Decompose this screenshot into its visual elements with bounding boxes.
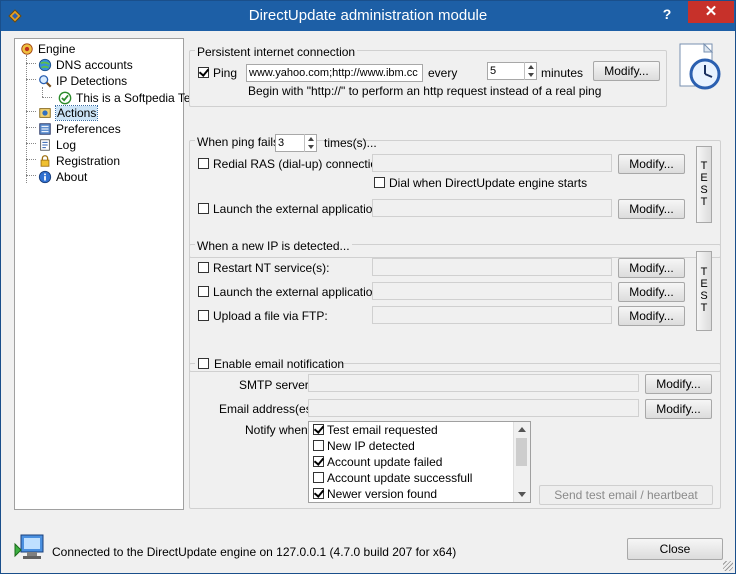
redial-ras-input[interactable] bbox=[372, 154, 612, 172]
main-content: Engine DNS accounts IP Detections This i… bbox=[1, 31, 735, 573]
ping-modify-button[interactable]: Modify... bbox=[593, 61, 660, 81]
ping-fails-times-label: times(s)... bbox=[324, 136, 377, 150]
engine-icon bbox=[21, 43, 33, 55]
ping-hosts-input[interactable]: www.yahoo.com;http://www.ibm.cc bbox=[246, 64, 423, 82]
lock-icon bbox=[40, 154, 50, 167]
ping-fails-launch-label: Launch the external application: bbox=[213, 202, 383, 216]
notify-update-failed-checkbox[interactable] bbox=[313, 456, 324, 467]
new-ip-launch-input[interactable] bbox=[372, 282, 612, 300]
navigation-tree[interactable]: Engine DNS accounts IP Detections This i… bbox=[14, 38, 191, 510]
restart-nt-service-checkbox[interactable] bbox=[198, 262, 209, 273]
restart-nt-service-label: Restart NT service(s): bbox=[213, 261, 330, 275]
minutes-label: minutes bbox=[541, 66, 584, 80]
actions-icon bbox=[39, 108, 51, 118]
notify-update-success-checkbox[interactable] bbox=[313, 472, 324, 483]
restart-nt-service-modify-button[interactable]: Modify... bbox=[618, 258, 685, 278]
scroll-down-icon[interactable] bbox=[518, 492, 526, 497]
notify-test-email-checkbox[interactable] bbox=[313, 424, 324, 435]
ping-fails-launch-input[interactable] bbox=[372, 199, 612, 217]
close-button[interactable]: Close bbox=[627, 538, 723, 560]
new-ip-test-button[interactable]: T E S T bbox=[696, 251, 712, 331]
clock-icon bbox=[679, 42, 721, 90]
info-icon bbox=[38, 170, 52, 183]
email-address-modify-button[interactable]: Modify... bbox=[645, 399, 712, 419]
ping-fails-times-spinner[interactable] bbox=[304, 134, 316, 152]
new-ip-launch-label: Launch the external application: bbox=[213, 285, 383, 299]
email-address-input[interactable] bbox=[308, 399, 639, 417]
tree-item-registration[interactable]: Registration bbox=[37, 152, 120, 168]
upload-ftp-label: Upload a file via FTP: bbox=[213, 309, 328, 323]
globe-icon bbox=[38, 58, 52, 71]
scroll-up-icon[interactable] bbox=[518, 427, 526, 432]
ping-checkbox[interactable] bbox=[198, 67, 209, 78]
send-test-email-button[interactable]: Send test email / heartbeat bbox=[539, 485, 713, 505]
tree-item-softpedia-test[interactable]: This is a Softpedia Te bbox=[57, 89, 191, 105]
redial-ras-modify-button[interactable]: Modify... bbox=[618, 154, 685, 174]
restart-nt-service-input[interactable] bbox=[372, 258, 612, 276]
ping-fails-launch-checkbox[interactable] bbox=[198, 203, 209, 214]
upload-ftp-modify-button[interactable]: Modify... bbox=[618, 306, 685, 326]
ping-fails-test-button[interactable]: T E S T bbox=[696, 146, 712, 223]
app-window: DirectUpdate administration module ? ✕ E… bbox=[0, 0, 736, 574]
window-title: DirectUpdate administration module bbox=[248, 7, 488, 24]
resize-grip[interactable] bbox=[723, 561, 733, 571]
ping-hint: Begin with "http://" to perform an http … bbox=[248, 84, 602, 98]
preferences-icon bbox=[39, 123, 51, 135]
smtp-server-input[interactable] bbox=[308, 374, 639, 392]
tree-item-dns-accounts[interactable]: DNS accounts bbox=[37, 56, 133, 72]
dial-on-start-checkbox[interactable] bbox=[374, 177, 385, 188]
email-address-label: Email address(es): bbox=[219, 402, 320, 416]
new-ip-launch-checkbox[interactable] bbox=[198, 286, 209, 297]
notify-list-scrollbar[interactable] bbox=[513, 422, 530, 502]
notify-when-label: Notify when: bbox=[245, 423, 312, 437]
enable-email-label: Enable email notification bbox=[214, 357, 345, 371]
notify-newer-version-checkbox[interactable] bbox=[313, 488, 324, 499]
notify-when-list[interactable]: Test email requested New IP detected Acc… bbox=[308, 421, 531, 503]
minutes-spinner[interactable] bbox=[524, 62, 536, 80]
connection-status-text: Connected to the DirectUpdate engine on … bbox=[52, 545, 457, 559]
log-icon bbox=[40, 139, 50, 151]
every-label: every bbox=[428, 66, 458, 80]
engine-connected-icon bbox=[14, 534, 44, 559]
notify-new-ip-checkbox[interactable] bbox=[313, 440, 324, 451]
help-button[interactable]: ? bbox=[656, 4, 678, 24]
tree-item-about[interactable]: About bbox=[37, 168, 87, 184]
window-close-button[interactable]: ✕ bbox=[688, 1, 734, 23]
tree-item-actions[interactable]: Actions bbox=[37, 104, 99, 121]
persistent-connection-title: Persistent internet connection bbox=[195, 45, 358, 59]
search-icon bbox=[39, 74, 52, 88]
tree-item-engine[interactable]: Engine bbox=[19, 40, 75, 56]
tree-item-log[interactable]: Log bbox=[37, 136, 76, 152]
tree-item-preferences[interactable]: Preferences bbox=[37, 120, 121, 136]
new-ip-title: When a new IP is detected... bbox=[195, 239, 352, 253]
upload-ftp-checkbox[interactable] bbox=[198, 310, 209, 321]
redial-ras-checkbox[interactable] bbox=[198, 158, 209, 169]
ping-fails-launch-modify-button[interactable]: Modify... bbox=[618, 199, 685, 219]
redial-ras-label: Redial RAS (dial-up) connection: bbox=[213, 157, 388, 171]
ping-label: Ping bbox=[213, 66, 238, 80]
tree-item-ip-detections[interactable]: IP Detections bbox=[37, 72, 127, 88]
ping-fails-title: When ping fails bbox=[195, 135, 282, 149]
new-ip-launch-modify-button[interactable]: Modify... bbox=[618, 282, 685, 302]
scroll-thumb[interactable] bbox=[516, 438, 527, 466]
title-bar[interactable]: DirectUpdate administration module ? ✕ bbox=[1, 1, 735, 31]
smtp-modify-button[interactable]: Modify... bbox=[645, 374, 712, 394]
dial-on-start-label: Dial when DirectUpdate engine starts bbox=[389, 176, 588, 190]
enable-email-checkbox[interactable] bbox=[198, 358, 209, 369]
check-circle-icon bbox=[58, 91, 72, 105]
upload-ftp-input[interactable] bbox=[372, 306, 612, 324]
smtp-server-label: SMTP server: bbox=[239, 378, 313, 392]
